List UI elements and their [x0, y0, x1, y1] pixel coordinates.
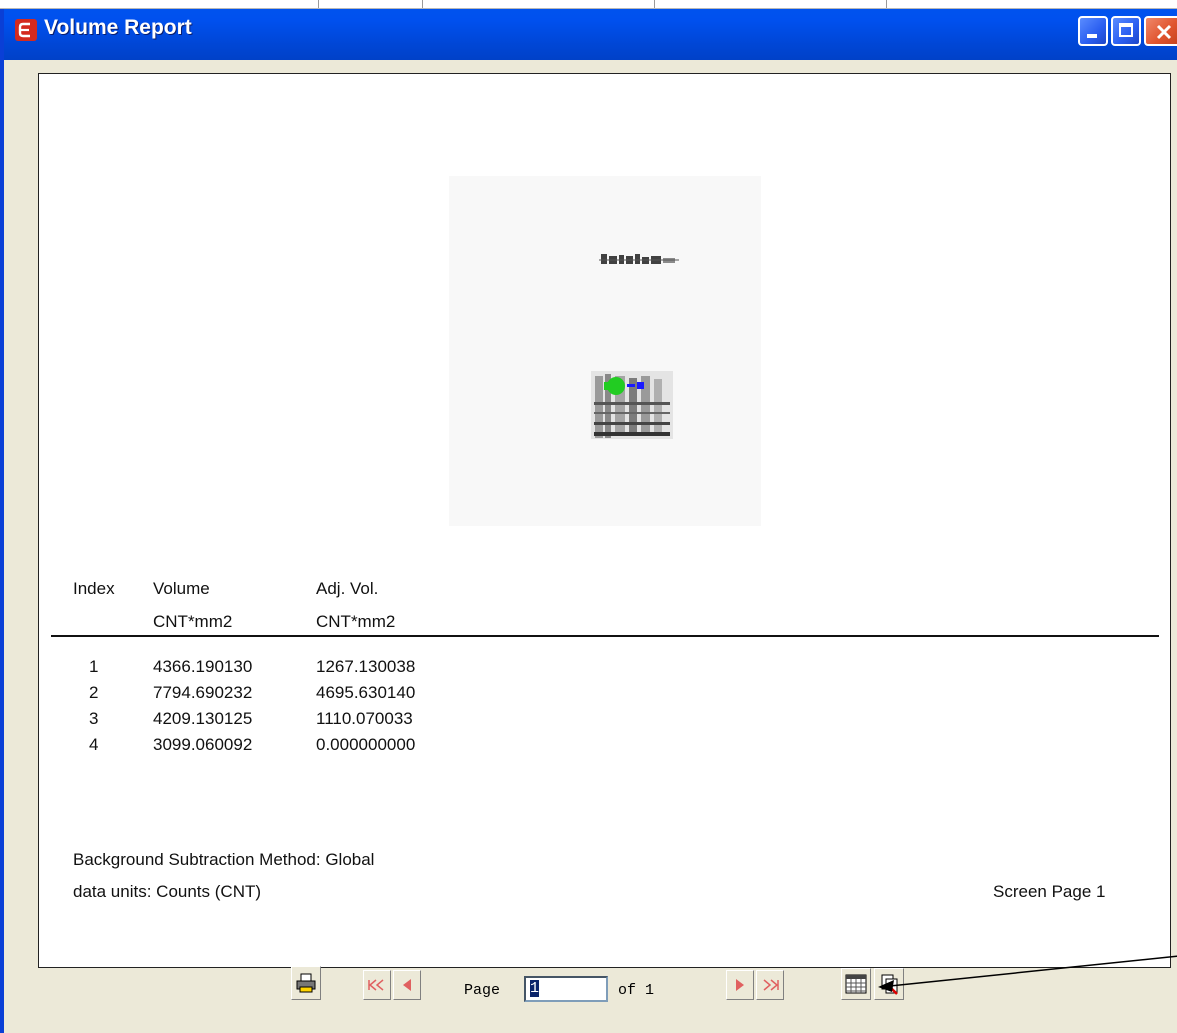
- background-method-text: Background Subtraction Method: Global: [73, 850, 375, 869]
- gel-image: [449, 176, 761, 526]
- volume-report-window: Volume Report Index Volume CNT*mm2 Adj. …: [0, 0, 1177, 1033]
- row-volume: 4366.190130: [153, 657, 253, 676]
- next-page-button[interactable]: [726, 970, 754, 1000]
- copy-export-button[interactable]: [874, 968, 904, 1000]
- screen-page-text: Screen Page 1: [993, 882, 1106, 901]
- column-header-volume: Volume: [153, 579, 210, 598]
- strip-divider: [318, 0, 319, 8]
- row-adj-vol: 1267.130038: [316, 657, 416, 676]
- row-index: 1: [89, 657, 99, 676]
- copy-export-icon: [881, 974, 898, 995]
- strip-divider: [886, 0, 887, 8]
- strip-divider: [654, 0, 655, 8]
- row-index: 4: [89, 735, 99, 754]
- minimize-button[interactable]: [1078, 16, 1108, 46]
- column-header-adj-vol: Adj. Vol.: [316, 579, 379, 598]
- next-page-icon: [736, 979, 744, 991]
- column-unit-adj-vol: CNT*mm2: [316, 612, 396, 631]
- maximize-icon: [1119, 23, 1133, 37]
- row-index: 2: [89, 683, 99, 702]
- print-button[interactable]: [291, 966, 321, 1000]
- row-index: 3: [89, 709, 99, 728]
- first-page-icon: [368, 979, 384, 991]
- column-unit-volume: CNT*mm2: [153, 612, 233, 631]
- background-window-strip: [0, 0, 1177, 9]
- close-icon: [1156, 24, 1172, 40]
- page-number-input[interactable]: 1: [524, 976, 608, 1002]
- report-view: Index Volume CNT*mm2 Adj. Vol. CNT*mm2 1…: [38, 73, 1171, 968]
- minimize-icon: [1087, 34, 1097, 38]
- row-adj-vol: 1110.070033: [316, 709, 413, 728]
- first-page-button[interactable]: [363, 970, 391, 1000]
- app-icon: [15, 19, 37, 41]
- row-adj-vol: 4695.630140: [316, 683, 416, 702]
- last-page-icon: [763, 979, 779, 991]
- close-button[interactable]: [1144, 16, 1177, 46]
- row-volume: 7794.690232: [153, 683, 253, 702]
- window-title: Volume Report: [44, 16, 192, 39]
- page-number-value: 1: [530, 980, 540, 997]
- spreadsheet-export-icon: [845, 974, 867, 994]
- column-header-index: Index: [73, 579, 115, 598]
- print-icon: [296, 973, 316, 993]
- data-units-text: data units: Counts (CNT): [73, 882, 262, 901]
- maximize-button[interactable]: [1111, 16, 1141, 46]
- previous-page-icon: [403, 979, 411, 991]
- export-spreadsheet-button[interactable]: [841, 968, 871, 1000]
- header-divider: [51, 635, 1159, 637]
- page-label: Page: [464, 982, 501, 999]
- navigation-toolbar: Page 1 of 1: [8, 966, 1177, 1033]
- strip-divider: [422, 0, 423, 8]
- previous-page-button[interactable]: [393, 970, 421, 1000]
- title-bar[interactable]: Volume Report: [4, 0, 1177, 60]
- page-count-label: of 1: [618, 982, 655, 999]
- row-adj-vol: 0.000000000: [316, 735, 416, 754]
- last-page-button[interactable]: [756, 970, 784, 1000]
- row-volume: 4209.130125: [153, 709, 253, 728]
- row-volume: 3099.060092: [153, 735, 253, 754]
